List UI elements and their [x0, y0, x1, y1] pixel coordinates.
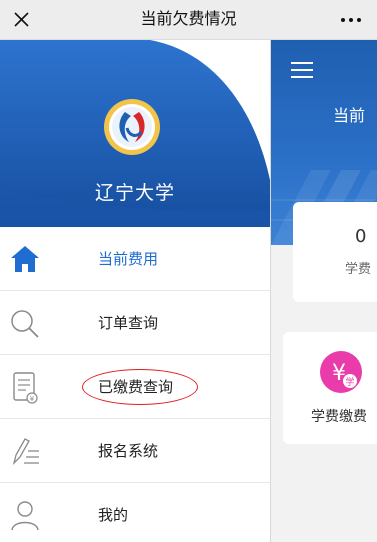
tuition-payment-tile[interactable]: ¥ 学 学费缴费: [283, 332, 377, 444]
menu-item-registration[interactable]: 报名系统: [0, 419, 270, 483]
menu-item-label: 订单查询: [98, 314, 159, 332]
receipt-icon: ¥: [8, 369, 42, 405]
search-icon: [8, 305, 42, 341]
menu-item-current-fees[interactable]: 当前费用: [0, 227, 270, 291]
close-icon[interactable]: [6, 3, 38, 35]
top-navbar: 当前欠费情况: [0, 0, 377, 40]
menu-item-mine[interactable]: 我的: [0, 483, 270, 542]
hamburger-menu-icon[interactable]: [291, 60, 315, 80]
menu-item-label: 报名系统: [98, 442, 159, 460]
fee-summary-card[interactable]: 0 学费: [293, 202, 377, 302]
more-icon[interactable]: [335, 8, 367, 32]
hero-title: 当前: [333, 106, 366, 125]
menu-item-paid-query[interactable]: ¥ 已缴费查询: [0, 355, 270, 419]
side-drawer: 辽宁大学 当前费用 订单查询 ¥ 已缴费查询 报名系统 我的: [0, 40, 270, 542]
fee-amount: 0: [355, 226, 367, 247]
menu-item-order-query[interactable]: 订单查询: [0, 291, 270, 355]
fee-label: 学费: [345, 262, 372, 277]
svg-text:学: 学: [345, 376, 354, 388]
red-annotation-circle: [82, 369, 198, 405]
drawer-header: 辽宁大学: [0, 40, 270, 227]
edit-list-icon: [8, 433, 42, 469]
university-logo: [103, 98, 161, 156]
school-name: 辽宁大学: [94, 182, 175, 204]
user-icon: [8, 497, 42, 533]
page-title: 当前欠费情况: [140, 9, 237, 28]
menu-item-label: 当前费用: [98, 250, 159, 268]
tile-label: 学费缴费: [311, 409, 367, 425]
menu-item-label: 我的: [98, 506, 129, 524]
yuan-coin-icon: ¥ 学: [319, 350, 363, 394]
home-icon: [8, 241, 42, 277]
drawer-menu: 当前费用 订单查询 ¥ 已缴费查询 报名系统 我的: [0, 227, 270, 542]
svg-text:¥: ¥: [30, 395, 35, 403]
main-page: 当前 0 学费 ¥ 学 学费缴费: [270, 40, 377, 542]
